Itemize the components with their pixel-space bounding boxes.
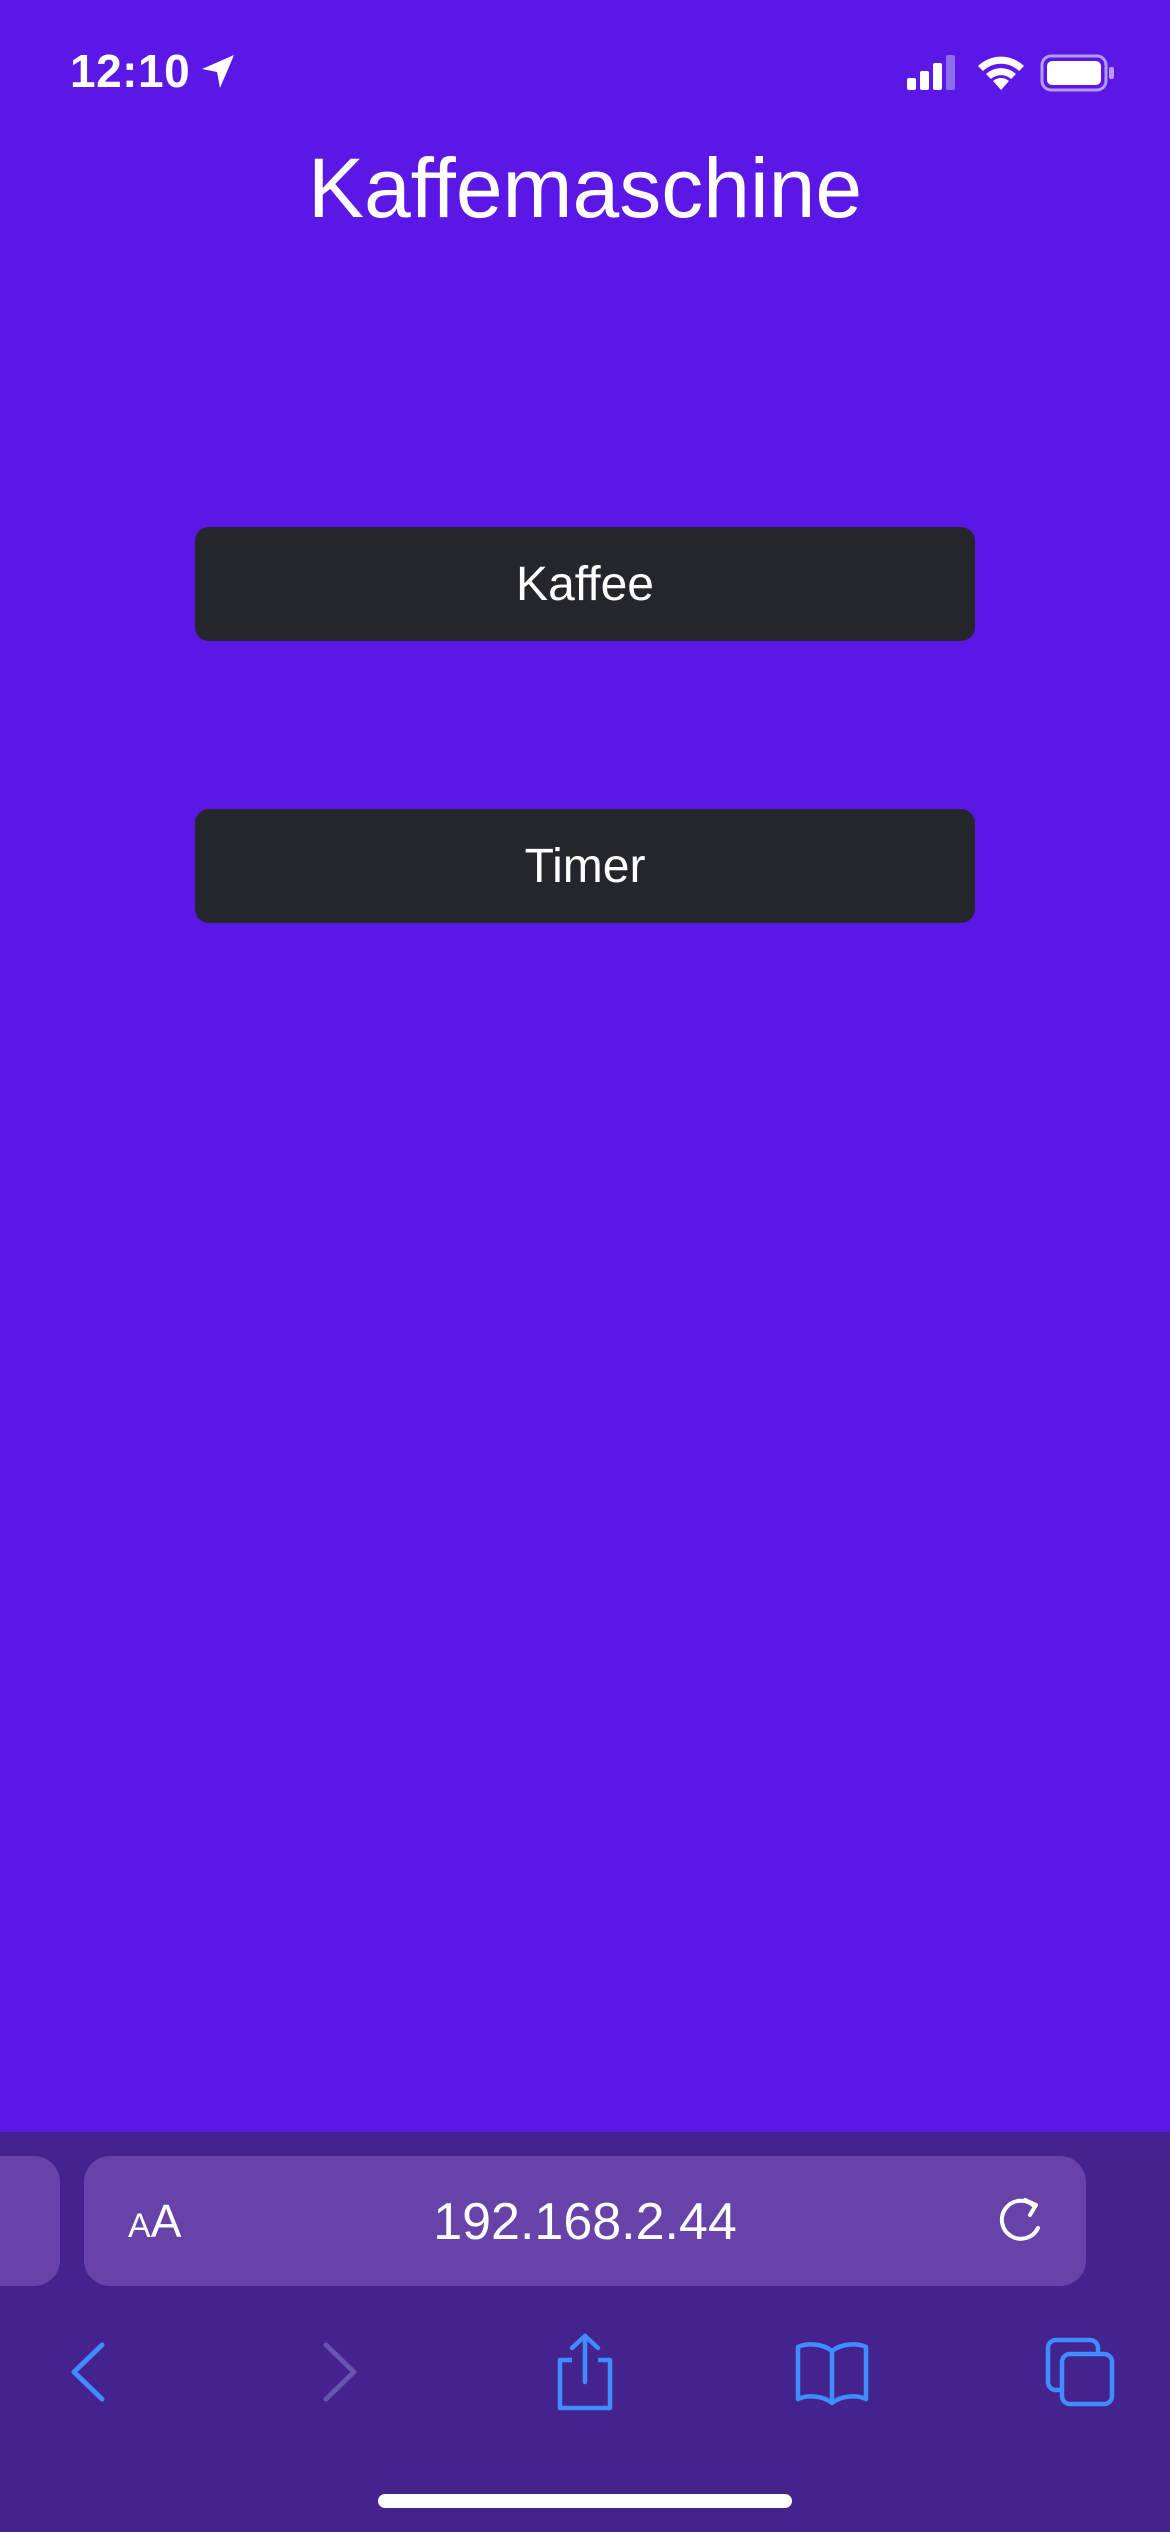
share-button[interactable] <box>535 2322 635 2422</box>
timer-button[interactable]: Timer <box>195 809 975 923</box>
chevron-left-icon <box>71 2342 105 2402</box>
battery-icon <box>1040 54 1114 92</box>
page-title: Kaffemaschine <box>307 141 863 235</box>
chevron-right-icon <box>323 2342 357 2402</box>
kaffee-button[interactable]: Kaffee <box>195 527 975 641</box>
status-time: 12:10 <box>70 45 191 97</box>
home-indicator[interactable] <box>378 2494 792 2508</box>
page: 12:10 Kaffemaschine Kaffee Timer A A 192… <box>0 0 1170 2532</box>
address-bar[interactable]: A A 192.168.2.44 <box>84 2156 1086 2286</box>
forward-button[interactable] <box>290 2322 390 2422</box>
book-icon <box>795 2342 869 2406</box>
tabs-icon <box>1045 2337 1115 2407</box>
wifi-icon <box>978 56 1024 90</box>
previous-tab-address-bar[interactable] <box>0 2156 60 2286</box>
share-icon <box>557 2333 613 2411</box>
bookmarks-button[interactable] <box>782 2322 882 2422</box>
reload-icon[interactable] <box>994 2194 1048 2248</box>
kaffee-button-label: Kaffee <box>516 557 654 611</box>
safari-toolbar <box>0 2322 1170 2442</box>
timer-button-label: Timer <box>524 839 646 893</box>
url-text[interactable]: 192.168.2.44 <box>84 2192 1086 2252</box>
safari-bottom-bar: A A 192.168.2.44 <box>0 2132 1170 2532</box>
tabs-button[interactable] <box>1030 2322 1130 2422</box>
status-bar: 12:10 <box>0 0 1170 150</box>
cellular-signal-icon <box>907 55 955 90</box>
location-arrow-icon <box>202 55 234 88</box>
back-button[interactable] <box>38 2322 138 2422</box>
